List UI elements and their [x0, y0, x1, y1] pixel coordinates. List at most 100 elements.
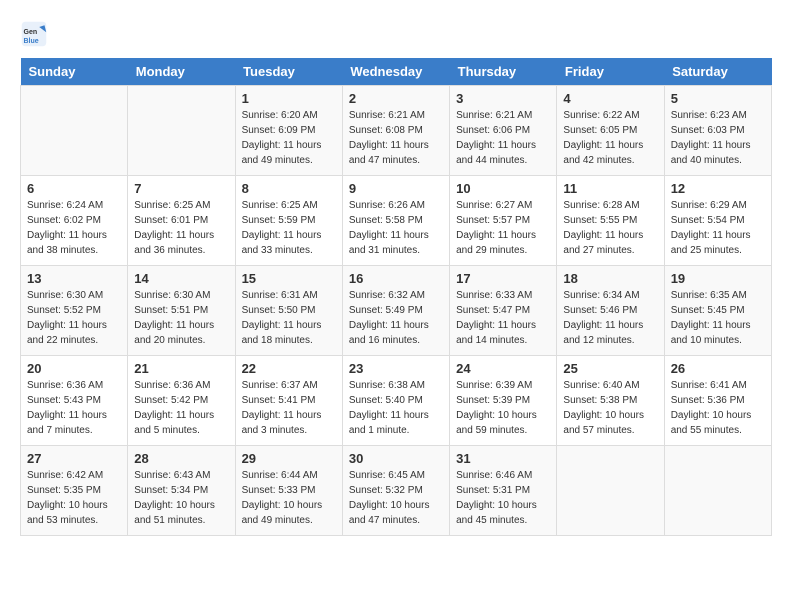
- calendar-cell: 17 Sunrise: 6:33 AM Sunset: 5:47 PM Dayli…: [450, 266, 557, 356]
- calendar-cell: 11 Sunrise: 6:28 AM Sunset: 5:55 PM Dayli…: [557, 176, 664, 266]
- calendar-cell: 22Sunrise: 6:37 AM Sunset: 5:41 PM Dayli…: [235, 356, 342, 446]
- weekday-sunday: Sunday: [21, 58, 128, 86]
- week-row-4: 20 Sunrise: 6:36 AM Sunset: 5:43 PM Dayli…: [21, 356, 772, 446]
- calendar-cell: 6 Sunrise: 6:24 AM Sunset: 6:02 PM Daylig…: [21, 176, 128, 266]
- calendar-cell: 4Sunrise: 6:22 AM Sunset: 6:05 PM Daylig…: [557, 86, 664, 176]
- day-number: 17: [456, 271, 550, 286]
- day-number: 1: [242, 91, 336, 106]
- day-number: 27: [27, 451, 121, 466]
- week-row-2: 6 Sunrise: 6:24 AM Sunset: 6:02 PM Daylig…: [21, 176, 772, 266]
- logo-icon: Gen Blue: [20, 20, 48, 48]
- calendar-cell: 31 Sunrise: 6:46 AM Sunset: 5:31 PM Dayli…: [450, 446, 557, 536]
- day-info: Sunrise: 6:44 AM Sunset: 5:33 PM Dayligh…: [242, 468, 336, 528]
- day-number: 10: [456, 181, 550, 196]
- calendar-cell: 16 Sunrise: 6:32 AM Sunset: 5:49 PM Dayli…: [342, 266, 449, 356]
- calendar-cell: 8 Sunrise: 6:25 AM Sunset: 5:59 PM Daylig…: [235, 176, 342, 266]
- calendar-cell: 29 Sunrise: 6:44 AM Sunset: 5:33 PM Dayli…: [235, 446, 342, 536]
- calendar-cell: 14 Sunrise: 6:30 AM Sunset: 5:51 PM Dayli…: [128, 266, 235, 356]
- weekday-header-row: SundayMondayTuesdayWednesdayThursdayFrid…: [21, 58, 772, 86]
- calendar-cell: 9 Sunrise: 6:26 AM Sunset: 5:58 PM Daylig…: [342, 176, 449, 266]
- day-number: 14: [134, 271, 228, 286]
- day-number: 21: [134, 361, 228, 376]
- weekday-saturday: Saturday: [664, 58, 771, 86]
- day-number: 31: [456, 451, 550, 466]
- calendar-table: SundayMondayTuesdayWednesdayThursdayFrid…: [20, 58, 772, 536]
- day-number: 26: [671, 361, 765, 376]
- day-info: Sunrise: 6:26 AM Sunset: 5:58 PM Dayligh…: [349, 198, 443, 258]
- calendar-cell: [557, 446, 664, 536]
- calendar-cell: 21Sunrise: 6:36 AM Sunset: 5:42 PM Dayli…: [128, 356, 235, 446]
- day-info: Sunrise: 6:23 AM Sunset: 6:03 PM Dayligh…: [671, 108, 765, 168]
- day-info: Sunrise: 6:25 AM Sunset: 5:59 PM Dayligh…: [242, 198, 336, 258]
- day-info: Sunrise: 6:31 AM Sunset: 5:50 PM Dayligh…: [242, 288, 336, 348]
- day-info: Sunrise: 6:30 AM Sunset: 5:52 PM Dayligh…: [27, 288, 121, 348]
- day-info: Sunrise: 6:43 AM Sunset: 5:34 PM Dayligh…: [134, 468, 228, 528]
- day-info: Sunrise: 6:27 AM Sunset: 5:57 PM Dayligh…: [456, 198, 550, 258]
- page-header: Gen Blue: [20, 20, 772, 48]
- day-number: 8: [242, 181, 336, 196]
- day-number: 22: [242, 361, 336, 376]
- calendar-cell: 13 Sunrise: 6:30 AM Sunset: 5:52 PM Dayli…: [21, 266, 128, 356]
- svg-text:Blue: Blue: [24, 38, 39, 45]
- day-info: Sunrise: 6:33 AM Sunset: 5:47 PM Dayligh…: [456, 288, 550, 348]
- week-row-1: 1 Sunrise: 6:20 AM Sunset: 6:09 PM Daylig…: [21, 86, 772, 176]
- logo: Gen Blue: [20, 20, 52, 48]
- week-row-5: 27 Sunrise: 6:42 AM Sunset: 5:35 PM Dayli…: [21, 446, 772, 536]
- day-info: Sunrise: 6:36 AM Sunset: 5:43 PM Dayligh…: [27, 378, 121, 438]
- weekday-tuesday: Tuesday: [235, 58, 342, 86]
- calendar-cell: 2 Sunrise: 6:21 AM Sunset: 6:08 PM Daylig…: [342, 86, 449, 176]
- day-number: 11: [563, 181, 657, 196]
- day-number: 29: [242, 451, 336, 466]
- calendar-cell: 25 Sunrise: 6:40 AM Sunset: 5:38 PM Dayli…: [557, 356, 664, 446]
- day-number: 7: [134, 181, 228, 196]
- calendar-cell: [664, 446, 771, 536]
- day-info: Sunrise: 6:40 AM Sunset: 5:38 PM Dayligh…: [563, 378, 657, 438]
- day-info: Sunrise: 6:45 AM Sunset: 5:32 PM Dayligh…: [349, 468, 443, 528]
- day-number: 9: [349, 181, 443, 196]
- day-info: Sunrise: 6:41 AM Sunset: 5:36 PM Dayligh…: [671, 378, 765, 438]
- day-info: Sunrise: 6:28 AM Sunset: 5:55 PM Dayligh…: [563, 198, 657, 258]
- calendar-cell: 1 Sunrise: 6:20 AM Sunset: 6:09 PM Daylig…: [235, 86, 342, 176]
- day-number: 15: [242, 271, 336, 286]
- day-info: Sunrise: 6:24 AM Sunset: 6:02 PM Dayligh…: [27, 198, 121, 258]
- calendar-cell: 27 Sunrise: 6:42 AM Sunset: 5:35 PM Dayli…: [21, 446, 128, 536]
- day-number: 3: [456, 91, 550, 106]
- day-number: 18: [563, 271, 657, 286]
- calendar-cell: 12 Sunrise: 6:29 AM Sunset: 5:54 PM Dayli…: [664, 176, 771, 266]
- day-info: Sunrise: 6:39 AM Sunset: 5:39 PM Dayligh…: [456, 378, 550, 438]
- day-number: 16: [349, 271, 443, 286]
- day-number: 24: [456, 361, 550, 376]
- calendar-cell: 10 Sunrise: 6:27 AM Sunset: 5:57 PM Dayli…: [450, 176, 557, 266]
- day-number: 2: [349, 91, 443, 106]
- weekday-friday: Friday: [557, 58, 664, 86]
- day-info: Sunrise: 6:35 AM Sunset: 5:45 PM Dayligh…: [671, 288, 765, 348]
- day-info: Sunrise: 6:34 AM Sunset: 5:46 PM Dayligh…: [563, 288, 657, 348]
- day-info: Sunrise: 6:32 AM Sunset: 5:49 PM Dayligh…: [349, 288, 443, 348]
- day-info: Sunrise: 6:46 AM Sunset: 5:31 PM Dayligh…: [456, 468, 550, 528]
- day-number: 20: [27, 361, 121, 376]
- day-info: Sunrise: 6:21 AM Sunset: 6:06 PM Dayligh…: [456, 108, 550, 168]
- calendar-cell: 19 Sunrise: 6:35 AM Sunset: 5:45 PM Dayli…: [664, 266, 771, 356]
- day-number: 25: [563, 361, 657, 376]
- calendar-cell: 26 Sunrise: 6:41 AM Sunset: 5:36 PM Dayli…: [664, 356, 771, 446]
- weekday-thursday: Thursday: [450, 58, 557, 86]
- day-number: 6: [27, 181, 121, 196]
- calendar-cell: 15 Sunrise: 6:31 AM Sunset: 5:50 PM Dayli…: [235, 266, 342, 356]
- day-info: Sunrise: 6:20 AM Sunset: 6:09 PM Dayligh…: [242, 108, 336, 168]
- day-number: 19: [671, 271, 765, 286]
- day-number: 23: [349, 361, 443, 376]
- calendar-cell: 24 Sunrise: 6:39 AM Sunset: 5:39 PM Dayli…: [450, 356, 557, 446]
- calendar-cell: 20 Sunrise: 6:36 AM Sunset: 5:43 PM Dayli…: [21, 356, 128, 446]
- calendar-cell: 3 Sunrise: 6:21 AM Sunset: 6:06 PM Daylig…: [450, 86, 557, 176]
- day-info: Sunrise: 6:21 AM Sunset: 6:08 PM Dayligh…: [349, 108, 443, 168]
- day-info: Sunrise: 6:29 AM Sunset: 5:54 PM Dayligh…: [671, 198, 765, 258]
- calendar-cell: 18 Sunrise: 6:34 AM Sunset: 5:46 PM Dayli…: [557, 266, 664, 356]
- day-info: Sunrise: 6:22 AM Sunset: 6:05 PM Dayligh…: [563, 108, 657, 168]
- day-info: Sunrise: 6:42 AM Sunset: 5:35 PM Dayligh…: [27, 468, 121, 528]
- calendar-cell: 5Sunrise: 6:23 AM Sunset: 6:03 PM Daylig…: [664, 86, 771, 176]
- weekday-monday: Monday: [128, 58, 235, 86]
- week-row-3: 13 Sunrise: 6:30 AM Sunset: 5:52 PM Dayli…: [21, 266, 772, 356]
- day-info: Sunrise: 6:30 AM Sunset: 5:51 PM Dayligh…: [134, 288, 228, 348]
- day-number: 12: [671, 181, 765, 196]
- day-number: 13: [27, 271, 121, 286]
